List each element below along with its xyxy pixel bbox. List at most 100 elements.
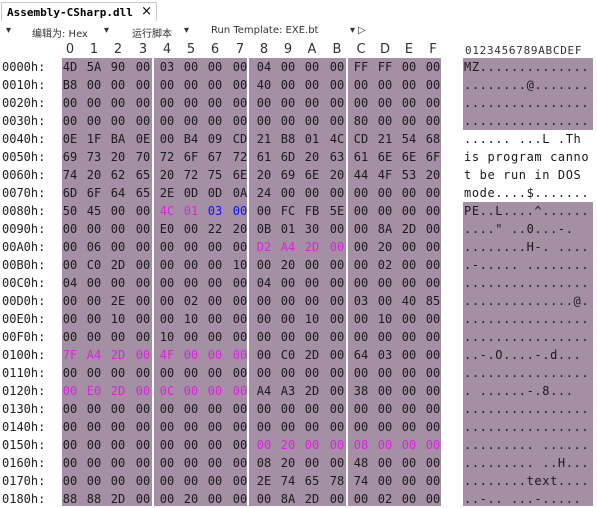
hex-byte[interactable]: 00 <box>325 384 349 398</box>
hex-byte[interactable]: 00 <box>421 222 445 236</box>
hex-byte[interactable]: 2E <box>106 294 130 308</box>
hex-byte[interactable]: 75 <box>203 168 227 182</box>
hex-byte[interactable]: 00 <box>349 276 373 290</box>
hex-byte[interactable]: 00 <box>82 78 106 92</box>
hex-byte[interactable]: 00 <box>252 294 276 308</box>
hex-byte[interactable]: 02 <box>179 294 203 308</box>
hex-byte[interactable]: 65 <box>131 186 155 200</box>
hex-byte[interactable]: 00 <box>325 78 349 92</box>
hex-byte[interactable]: 00 <box>349 222 373 236</box>
hex-byte[interactable]: 00 <box>325 60 349 74</box>
hex-byte[interactable]: 00 <box>276 294 300 308</box>
hex-byte[interactable]: 00 <box>82 312 106 326</box>
hex-byte[interactable]: 0E <box>58 132 82 146</box>
ascii-text[interactable]: ........H-. .... <box>464 240 589 254</box>
hex-byte[interactable]: 00 <box>228 330 252 344</box>
hex-byte[interactable]: 00 <box>58 384 82 398</box>
hex-byte[interactable]: 00 <box>421 348 445 362</box>
hex-byte[interactable]: 00 <box>349 96 373 110</box>
hex-byte[interactable]: 72 <box>155 150 179 164</box>
ascii-text[interactable]: ................ <box>464 114 589 128</box>
hex-byte[interactable]: 00 <box>421 402 445 416</box>
hex-byte[interactable]: 00 <box>228 456 252 470</box>
hex-byte[interactable]: 00 <box>349 492 373 506</box>
ascii-text[interactable]: ................ <box>464 366 589 380</box>
hex-byte[interactable]: 00 <box>325 114 349 128</box>
hex-byte[interactable]: 20 <box>325 168 349 182</box>
hex-byte[interactable]: 00 <box>421 438 445 452</box>
hex-byte[interactable]: 00 <box>179 276 203 290</box>
hex-byte[interactable]: 00 <box>58 438 82 452</box>
ascii-text[interactable]: ........text.... <box>464 474 589 488</box>
hex-byte[interactable]: 00 <box>82 402 106 416</box>
hex-byte[interactable]: B8 <box>276 132 300 146</box>
hex-byte[interactable]: 00 <box>228 402 252 416</box>
hex-byte[interactable]: 00 <box>421 276 445 290</box>
ascii-text[interactable]: ................ <box>464 312 589 326</box>
hex-byte[interactable]: 2D <box>300 348 324 362</box>
hex-byte[interactable]: B8 <box>58 78 82 92</box>
hex-byte[interactable]: 00 <box>82 276 106 290</box>
hex-byte[interactable]: 10 <box>155 330 179 344</box>
hex-byte[interactable]: 00 <box>325 348 349 362</box>
run-script-dropdown[interactable]: 运行脚本 <box>132 25 172 40</box>
hex-byte[interactable]: 03 <box>349 294 373 308</box>
ascii-text[interactable]: is program canno <box>464 150 589 164</box>
hex-byte[interactable]: 00 <box>203 96 227 110</box>
hex-byte[interactable]: 00 <box>397 258 421 272</box>
hex-byte[interactable]: 45 <box>82 204 106 218</box>
hex-byte[interactable]: 00 <box>252 258 276 272</box>
hex-byte[interactable]: 00 <box>421 420 445 434</box>
ascii-text[interactable]: .-..... ........ <box>464 258 589 272</box>
hex-byte[interactable]: 2D <box>106 348 130 362</box>
hex-byte[interactable]: 00 <box>106 240 130 254</box>
hex-byte[interactable]: 00 <box>203 492 227 506</box>
hex-byte[interactable]: 00 <box>373 402 397 416</box>
hex-byte[interactable]: 00 <box>421 186 445 200</box>
hex-byte[interactable]: 80 <box>349 114 373 128</box>
hex-byte[interactable]: 38 <box>349 384 373 398</box>
hex-byte[interactable]: 00 <box>58 114 82 128</box>
hex-byte[interactable]: 00 <box>155 438 179 452</box>
ascii-text[interactable]: ..............@. <box>464 294 589 308</box>
hex-byte[interactable]: 00 <box>252 330 276 344</box>
hex-byte[interactable]: 00 <box>131 474 155 488</box>
hex-byte[interactable]: 03 <box>373 348 397 362</box>
hex-byte[interactable]: 00 <box>349 186 373 200</box>
hex-byte[interactable]: 00 <box>131 420 155 434</box>
run-template-dropdown[interactable]: Run Template: EXE.bt <box>211 25 318 36</box>
hex-byte[interactable]: 00 <box>155 402 179 416</box>
hex-byte[interactable]: 00 <box>276 366 300 380</box>
hex-byte[interactable]: 0B <box>252 222 276 236</box>
hex-byte[interactable]: 00 <box>421 366 445 380</box>
hex-byte[interactable]: 00 <box>82 474 106 488</box>
hex-byte[interactable]: 00 <box>179 240 203 254</box>
ascii-text[interactable]: ................ <box>464 420 589 434</box>
hex-byte[interactable]: 00 <box>228 294 252 308</box>
hex-byte[interactable]: 00 <box>106 402 130 416</box>
hex-byte[interactable]: 00 <box>58 96 82 110</box>
hex-byte[interactable]: FC <box>276 204 300 218</box>
hex-byte[interactable]: 00 <box>131 204 155 218</box>
hex-byte[interactable]: A4 <box>252 384 276 398</box>
hex-byte[interactable]: 00 <box>82 330 106 344</box>
hex-byte[interactable]: 40 <box>252 78 276 92</box>
hex-byte[interactable]: 20 <box>155 168 179 182</box>
hex-byte[interactable]: 00 <box>179 438 203 452</box>
hex-byte[interactable]: 00 <box>397 204 421 218</box>
hex-byte[interactable]: 00 <box>106 276 130 290</box>
hex-byte[interactable]: 00 <box>203 474 227 488</box>
ascii-text[interactable]: ..-.O....-.d... <box>464 348 581 362</box>
hex-byte[interactable]: 08 <box>252 456 276 470</box>
hex-byte[interactable]: 00 <box>276 186 300 200</box>
hex-byte[interactable]: 00 <box>203 402 227 416</box>
hex-byte[interactable]: 64 <box>349 348 373 362</box>
hex-byte[interactable]: 00 <box>421 312 445 326</box>
hex-byte[interactable]: 02 <box>373 258 397 272</box>
hex-byte[interactable]: 00 <box>131 492 155 506</box>
hex-byte[interactable]: 0D <box>179 186 203 200</box>
hex-byte[interactable]: B4 <box>179 132 203 146</box>
ascii-text[interactable]: ...." ..0...-. <box>464 222 574 236</box>
hex-byte[interactable]: 00 <box>373 114 397 128</box>
hex-byte[interactable]: A4 <box>82 348 106 362</box>
